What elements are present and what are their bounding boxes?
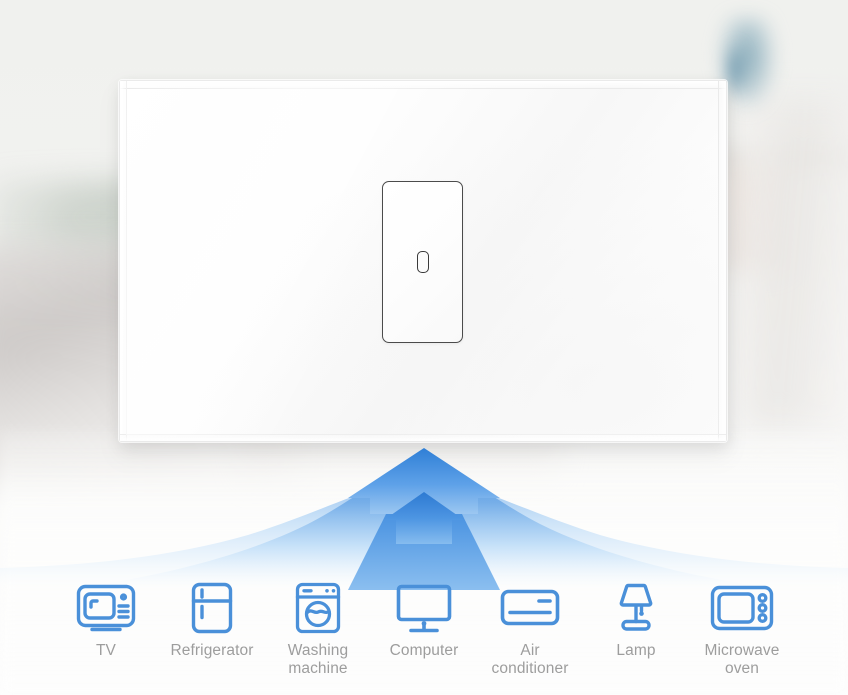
switch-plate: [119, 80, 727, 442]
appliance-label: Lamp: [616, 642, 656, 659]
washing-machine-icon: [294, 580, 342, 636]
appliance-item-lamp[interactable]: Lamp: [583, 580, 689, 660]
plate-edge-top: [120, 81, 726, 89]
upward-arrow-fan-graphic: [0, 448, 848, 590]
appliance-label: Washing machine: [287, 642, 349, 677]
plate-edge-left: [120, 81, 127, 441]
background-curtain: [738, 100, 848, 430]
plate-edge-right: [718, 81, 726, 441]
microwave-oven-icon: [709, 580, 775, 636]
appliance-item-washing-machine[interactable]: Washing machine: [265, 580, 371, 678]
appliance-item-air-conditioner[interactable]: Air conditioner: [477, 580, 583, 678]
appliance-label: TV: [95, 642, 116, 659]
appliance-item-refrigerator[interactable]: Refrigerator: [159, 580, 265, 660]
background-vase-core: [724, 40, 746, 100]
product-image-stage: TV Refrigerator Washing machine Computer…: [0, 0, 848, 695]
lamp-icon: [612, 580, 660, 636]
appliance-item-microwave-oven[interactable]: Microwave oven: [689, 580, 795, 678]
appliance-label: Air conditioner: [491, 642, 569, 677]
appliance-label: Computer: [389, 642, 459, 659]
appliance-label: Refrigerator: [170, 642, 254, 659]
switch-button[interactable]: [382, 181, 463, 343]
appliance-label: Microwave oven: [704, 642, 780, 677]
refrigerator-icon: [190, 580, 234, 636]
appliance-list: TV Refrigerator Washing machine Computer…: [0, 580, 848, 695]
switch-indicator-icon: [416, 251, 429, 273]
appliance-item-computer[interactable]: Computer: [371, 580, 477, 660]
tv-icon: [75, 580, 137, 636]
appliance-item-tv[interactable]: TV: [53, 580, 159, 660]
air-conditioner-icon: [499, 580, 561, 636]
computer-monitor-icon: [395, 580, 453, 636]
